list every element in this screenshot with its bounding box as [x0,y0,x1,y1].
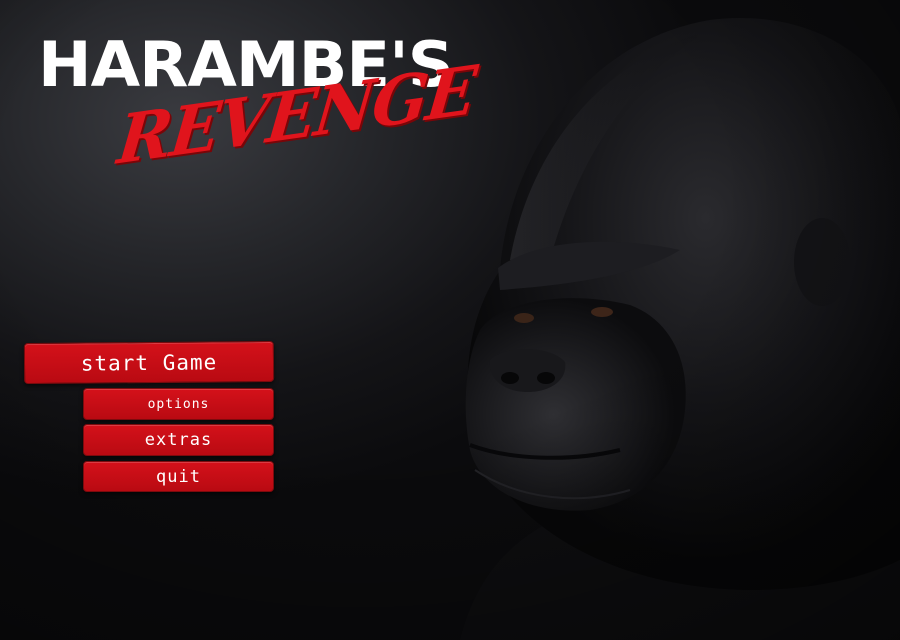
gorilla-muzzle [465,298,686,511]
extras-button[interactable]: extras [83,424,274,456]
gorilla-ear [794,218,850,306]
start-game-label: start Game [80,349,218,376]
quit-button[interactable]: quit [83,461,274,492]
game-title-logo: HARAMBE'S REVENGE [38,34,479,194]
options-label: options [147,396,210,412]
extras-label: extras [144,430,213,450]
gorilla-portrait [460,17,900,640]
start-game-button[interactable]: start Game [23,340,275,385]
quit-label: quit [156,466,201,487]
gorilla-eye-right [591,307,613,317]
options-button[interactable]: options [83,388,274,420]
main-menu-screen: HARAMBE'S REVENGE start Game options ext… [0,0,900,640]
gorilla-eye-left [514,313,534,323]
